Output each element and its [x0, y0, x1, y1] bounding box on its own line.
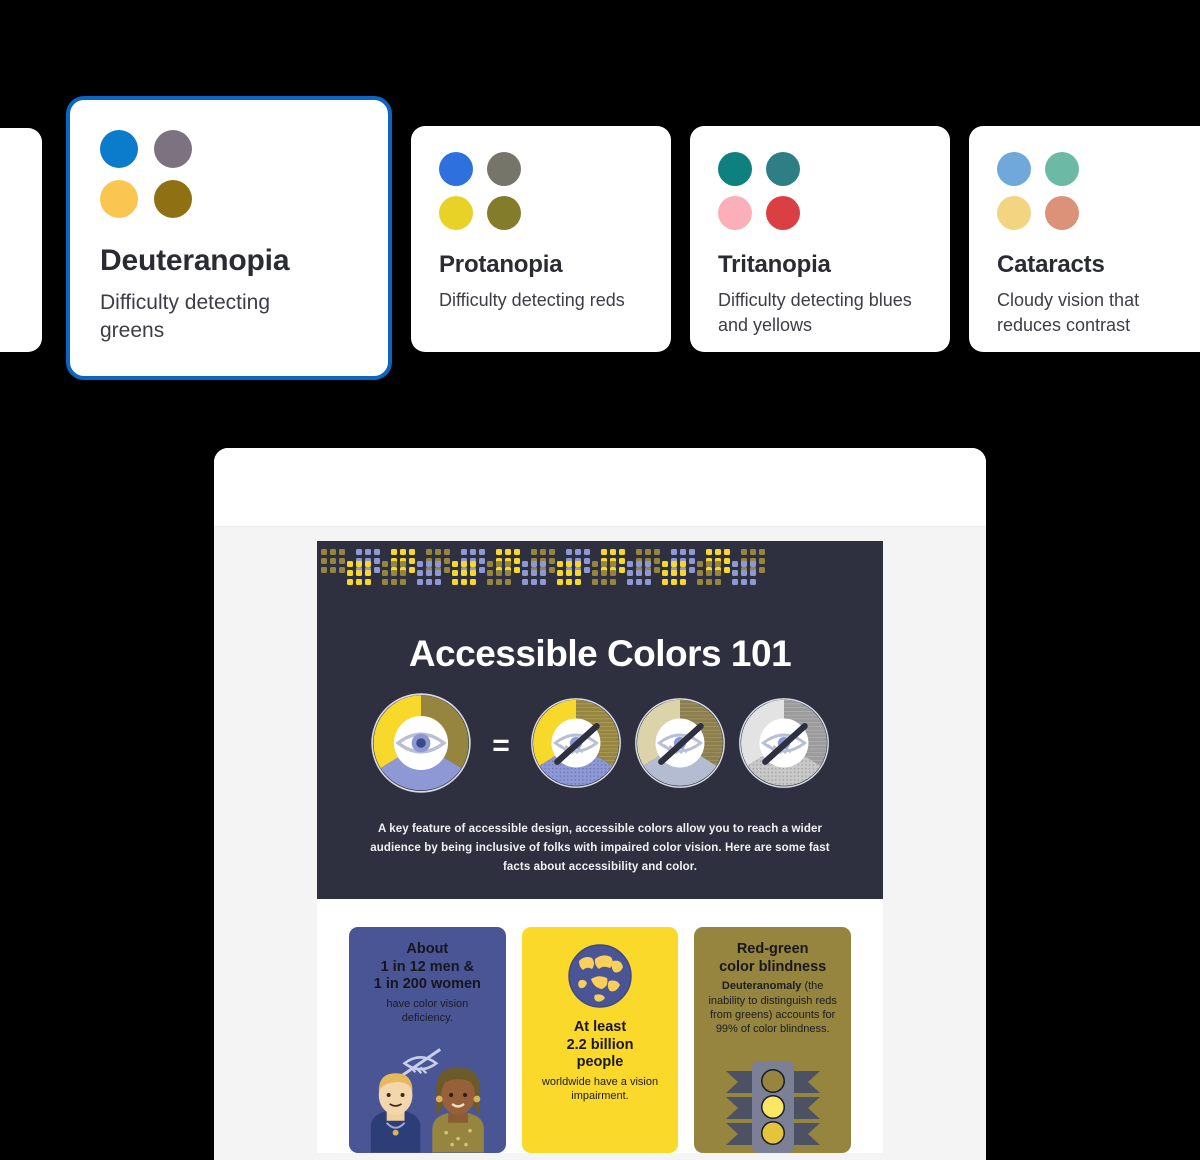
fact-subtext: have color vision deficiency.	[386, 997, 469, 1025]
vision-card-partial[interactable]	[0, 128, 42, 352]
dot-pattern-block	[487, 561, 511, 585]
traffic-light-illustration	[694, 1057, 851, 1153]
dot-pattern-block	[522, 561, 546, 585]
dot-pattern-band	[317, 541, 883, 625]
fact-card-red-green: Red-green color blindness Deuteranomaly …	[694, 926, 852, 1153]
fact-headline: At least 2.2 billion people	[566, 1018, 634, 1071]
swatch-salmon	[1045, 196, 1079, 230]
dot-pattern-block	[732, 561, 756, 585]
fact-card-row: About 1 in 12 men & 1 in 200 women have …	[317, 898, 883, 1153]
fact-subtext: Deuteranomaly (the inability to distingu…	[704, 979, 841, 1036]
vision-card-description: Difficulty detecting blues and yellows	[718, 290, 912, 335]
swatch-pink	[718, 196, 752, 230]
full-color-vision-wheel	[369, 691, 473, 800]
protanopia-wheel	[633, 696, 727, 795]
vision-card-description: Difficulty detecting greens	[100, 291, 271, 343]
swatch-yellow	[439, 196, 473, 230]
globe-illustration	[532, 941, 669, 1011]
infographic-hero: Accessible Colors 101 = A key feature of…	[317, 541, 883, 899]
dot-pattern-block	[382, 561, 406, 585]
vision-card-title: Deuteranopia	[100, 244, 290, 277]
dot-pattern-row-lower	[317, 561, 883, 585]
dot-pattern-block	[452, 561, 476, 585]
equals-sign: =	[492, 728, 510, 762]
swatch-red	[766, 196, 800, 230]
swatch-blue	[439, 152, 473, 186]
vision-card-description: Difficulty detecting reds	[439, 290, 625, 311]
vision-card-tritanopia[interactable]: Tritanopia Difficulty detecting blues an…	[690, 126, 950, 352]
swatch-blue	[100, 130, 138, 168]
browser-viewport: Accessible Colors 101 = A key feature of…	[214, 527, 986, 1160]
browser-chrome-bar[interactable]	[214, 448, 986, 527]
swatch-grid	[997, 152, 1200, 230]
vision-card-deuteranopia[interactable]: Deuteranopia Difficulty detecting greens	[66, 96, 392, 380]
dot-pattern-block	[557, 561, 581, 585]
dot-pattern-block	[662, 561, 686, 585]
swatch-olive	[487, 196, 521, 230]
swatch-grid	[439, 152, 643, 230]
swatch-yellow	[100, 180, 138, 218]
vision-card-strip: Deuteranopia Difficulty detecting greens…	[0, 0, 1200, 400]
swatch-gray	[154, 130, 192, 168]
dot-pattern-block	[697, 561, 721, 585]
deuteranopia-wheel	[529, 696, 623, 795]
vision-card-protanopia[interactable]: Protanopia Difficulty detecting reds	[411, 126, 671, 352]
fact-card-worldwide: At least 2.2 billion people worldwide ha…	[521, 926, 679, 1153]
vision-card-description: Cloudy vision that reduces contrast	[997, 290, 1140, 335]
swatch-yellow	[997, 196, 1031, 230]
swatch-green	[1045, 152, 1079, 186]
dot-pattern-block	[321, 549, 345, 573]
fact-headline: Red-green color blindness	[719, 940, 827, 975]
fact-subtext: worldwide have a vision impairment.	[541, 1075, 659, 1103]
swatch-teal-muted	[766, 152, 800, 186]
infographic-title: Accessible Colors 101	[408, 633, 792, 674]
two-people-illustration	[349, 1041, 506, 1153]
browser-preview-window: Accessible Colors 101 = A key feature of…	[214, 448, 986, 1160]
swatch-blue	[997, 152, 1031, 186]
crossed-eye-icon	[401, 1048, 442, 1077]
swatch-teal	[718, 152, 752, 186]
fact-card-statistics: About 1 in 12 men & 1 in 200 women have …	[349, 926, 506, 1153]
vision-card-title: Cataracts	[997, 251, 1105, 278]
dot-pattern-block	[347, 561, 371, 585]
eye-wheel-row: =	[317, 691, 883, 800]
vision-card-cataracts[interactable]: Cataracts Cloudy vision that reduces con…	[969, 126, 1200, 352]
dot-pattern-block	[627, 561, 651, 585]
swatch-olive	[154, 180, 192, 218]
achromatopsia-wheel	[737, 696, 831, 795]
vision-card-title: Protanopia	[439, 251, 563, 278]
fact-subtext-emphasis: Deuteranomaly	[721, 980, 802, 993]
swatch-grid	[718, 152, 922, 230]
swatch-grid	[100, 130, 358, 218]
infographic: Accessible Colors 101 = A key feature of…	[317, 541, 883, 1153]
swatch-gray	[487, 152, 521, 186]
vision-card-title: Tritanopia	[718, 251, 831, 278]
infographic-lede: A key feature of accessible design, acce…	[370, 823, 830, 873]
dot-pattern-block	[592, 561, 616, 585]
dot-pattern-block	[417, 561, 441, 585]
fact-headline: About 1 in 12 men & 1 in 200 women	[373, 940, 481, 993]
